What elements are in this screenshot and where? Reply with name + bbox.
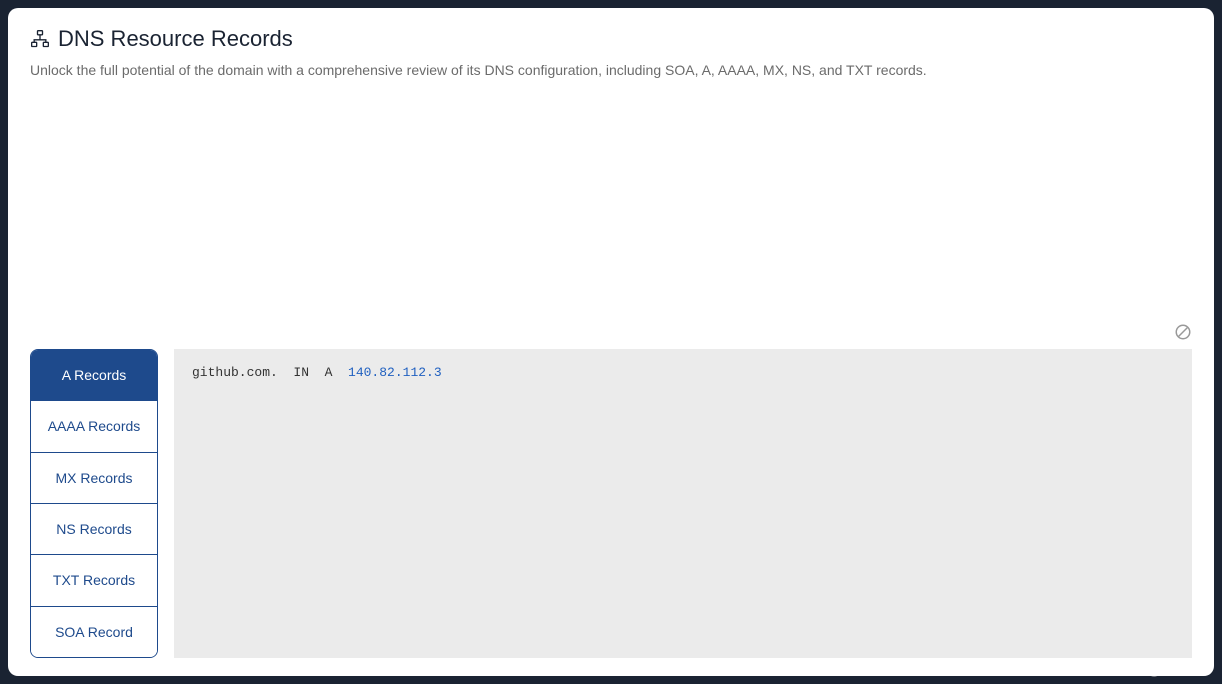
block-icon[interactable] [1174,323,1192,341]
card-header: DNS Resource Records Unlock the full pot… [30,26,1192,81]
tab-a-records[interactable]: A Records [31,350,157,401]
dns-card: DNS Resource Records Unlock the full pot… [8,8,1214,676]
tab-soa-record[interactable]: SOA Record [31,607,157,657]
page-subtitle: Unlock the full potential of the domain … [30,60,1192,81]
record-ip: 140.82.112.3 [348,365,442,380]
content-row: A Records AAAA Records MX Records NS Rec… [30,349,1192,658]
record-type-tabs: A Records AAAA Records MX Records NS Rec… [30,349,158,658]
ad-spacer [30,89,1192,349]
record-line: github.com. IN A 140.82.112.3 [192,365,1174,380]
sitemap-icon [30,29,50,49]
title-row: DNS Resource Records [30,26,1192,52]
tab-txt-records[interactable]: TXT Records [31,555,157,606]
tab-aaaa-records[interactable]: AAAA Records [31,401,157,452]
tab-mx-records[interactable]: MX Records [31,453,157,504]
record-prefix: github.com. IN A [192,365,348,380]
tab-ns-records[interactable]: NS Records [31,504,157,555]
record-output-panel: github.com. IN A 140.82.112.3 [174,349,1192,658]
page-title: DNS Resource Records [58,26,293,52]
